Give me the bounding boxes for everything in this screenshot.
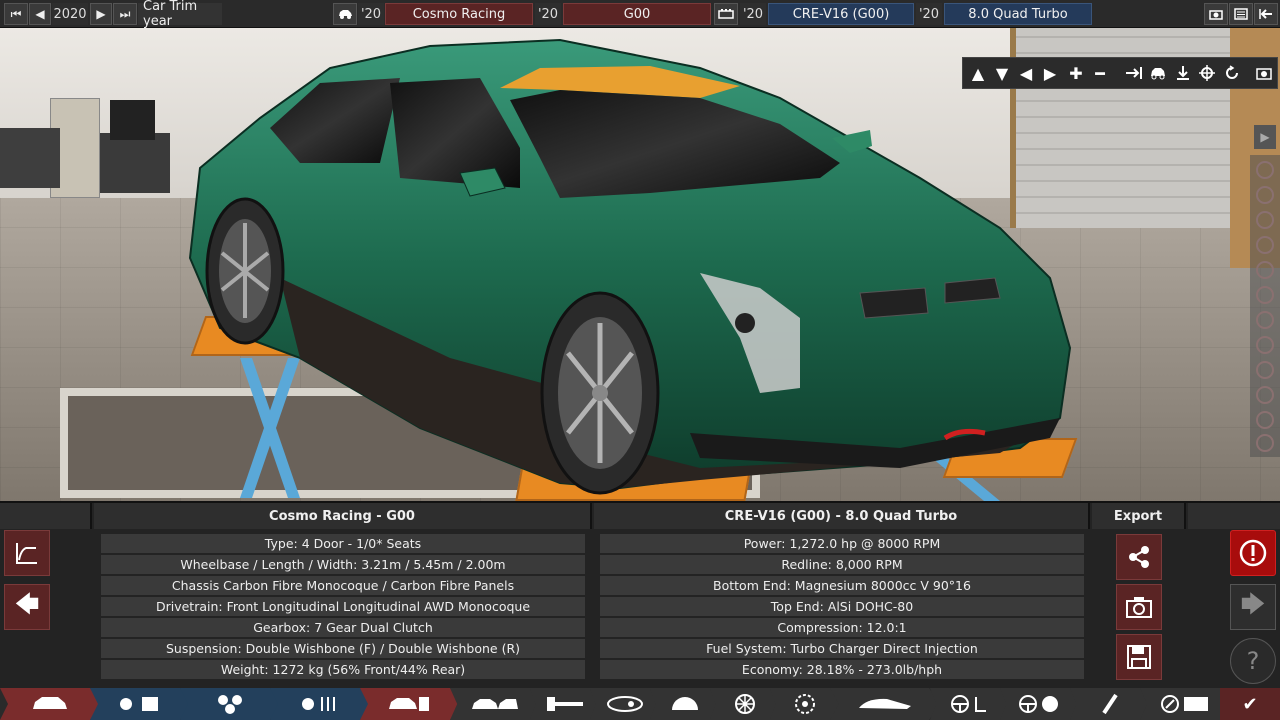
- nav-steering-icon[interactable]: [930, 688, 1010, 720]
- model-year: '20: [535, 3, 561, 25]
- nav-engine-parts-icon[interactable]: [180, 688, 280, 720]
- side-icon-panel: [1250, 155, 1280, 457]
- no-entry-icon[interactable]: [1256, 361, 1274, 379]
- car-info-row: Gearbox: 7 Gear Dual Clutch: [101, 618, 585, 637]
- engine-info-row: Fuel System: Turbo Charger Direct Inject…: [600, 639, 1084, 658]
- model-selector[interactable]: G00: [563, 3, 711, 25]
- forward-button[interactable]: 🡆: [1230, 584, 1276, 630]
- screenshot-icon[interactable]: [1204, 3, 1228, 25]
- variant-year: '20: [916, 3, 942, 25]
- chart-icon[interactable]: [4, 530, 50, 576]
- next-year-button[interactable]: ▶: [90, 3, 112, 25]
- nav-engine-family-icon[interactable]: [90, 688, 190, 720]
- share-icon[interactable]: [1116, 534, 1162, 580]
- driver-icon[interactable]: [1256, 411, 1274, 429]
- nav-car-engine-icon[interactable]: [360, 688, 460, 720]
- brand-selector[interactable]: Cosmo Racing: [385, 3, 533, 25]
- engine-info-row: Power: 1,272.0 hp @ 8000 RPM: [600, 534, 1084, 553]
- reset-view-icon[interactable]: [1221, 62, 1243, 84]
- nav-interior-icon[interactable]: [650, 688, 720, 720]
- prev-year-button[interactable]: ◀: [29, 3, 51, 25]
- trim-year-label: Car Trim year: [138, 0, 222, 29]
- nav-engine-tuning-icon[interactable]: [270, 688, 370, 720]
- car-icon[interactable]: [333, 3, 357, 25]
- camera-up-button[interactable]: ▲: [967, 62, 989, 84]
- last-year-button[interactable]: ⏭: [113, 3, 137, 25]
- engine-selector[interactable]: CRE-V16 (G00): [768, 3, 914, 25]
- grille-icon[interactable]: [1256, 311, 1274, 329]
- car-info-row: Type: 4 Door - 1/0* Seats: [101, 534, 585, 553]
- photo-mode-icon[interactable]: [1253, 62, 1275, 84]
- car-info-row: Weight: 1272 kg (56% Front/44% Rear): [101, 660, 585, 679]
- help-button[interactable]: ?: [1230, 638, 1276, 684]
- export-title: Export: [1092, 503, 1186, 529]
- settings-icon[interactable]: [1256, 386, 1274, 404]
- nav-testing-icon[interactable]: [1140, 688, 1230, 720]
- camera-right-button[interactable]: ▶: [1039, 62, 1061, 84]
- back-button[interactable]: 🡄: [4, 584, 50, 630]
- nav-body-icon[interactable]: [590, 688, 660, 720]
- zoom-in-button[interactable]: ✚: [1065, 62, 1087, 84]
- engine-info-row: Economy: 28.18% - 273.0lb/hph: [600, 660, 1084, 679]
- car-column-title: Cosmo Racing - G00: [94, 503, 592, 529]
- nav-fuel-icon[interactable]: [1070, 688, 1150, 720]
- engine-info-row: Top End: AlSi DOHC-80: [600, 597, 1084, 616]
- camera-down-button[interactable]: ▼: [991, 62, 1013, 84]
- photo-export-icon[interactable]: [1116, 584, 1162, 630]
- car-side-icon[interactable]: [1256, 286, 1274, 304]
- nav-brakes-icon[interactable]: [770, 688, 840, 720]
- nav-chassis-icon[interactable]: [450, 688, 540, 720]
- alert-button[interactable]: [1230, 530, 1276, 576]
- top-toolbar: ⏮ ◀ 2020 ▶ ⏭ Car Trim year '20 Cosmo Rac…: [0, 0, 1280, 29]
- snap-right-icon[interactable]: [1123, 62, 1145, 84]
- car-info-row: Wheelbase / Length / Width: 3.21m / 5.45…: [101, 555, 585, 574]
- engine-info-row: Bottom End: Magnesium 8000cc V 90°16: [600, 576, 1084, 595]
- variant-selector[interactable]: 8.0 Quad Turbo: [944, 3, 1092, 25]
- nav-drivetrain-icon[interactable]: [1000, 688, 1080, 720]
- body-icon[interactable]: [1256, 261, 1274, 279]
- car-info-row: Suspension: Double Wishbone (F) / Double…: [101, 639, 585, 658]
- trim-icon[interactable]: [1256, 236, 1274, 254]
- engine-icon[interactable]: [714, 3, 738, 25]
- design-stage-nav: ✔: [0, 688, 1280, 720]
- nav-car-model-icon[interactable]: [0, 688, 100, 720]
- exit-icon[interactable]: [1254, 3, 1278, 25]
- car-viewport[interactable]: ▲ ▼ ◀ ▶ ✚ ━ ▶: [0, 28, 1280, 501]
- nav-wheels-icon[interactable]: [710, 688, 780, 720]
- camera-toolbar: ▲ ▼ ◀ ▶ ✚ ━: [962, 57, 1278, 89]
- zoom-out-button[interactable]: ━: [1089, 62, 1111, 84]
- car-year: '20: [358, 3, 384, 25]
- car-model: [188, 38, 1072, 495]
- engine-info-row: Compression: 12.0:1: [600, 618, 1084, 637]
- left-tools-header: [0, 503, 92, 529]
- nav-aero-icon[interactable]: [830, 688, 940, 720]
- paint-icon[interactable]: [1256, 186, 1274, 204]
- camera-left-button[interactable]: ◀: [1015, 62, 1037, 84]
- engine-year: '20: [740, 3, 766, 25]
- car-view-icon[interactable]: [1147, 62, 1169, 84]
- fixtures-icon[interactable]: [1256, 211, 1274, 229]
- car-info-row: Chassis Carbon Fibre Monocoque / Carbon …: [101, 576, 585, 595]
- move-view-icon[interactable]: [1196, 62, 1218, 84]
- engine-info-row: Redline: 8,000 RPM: [600, 555, 1084, 574]
- car-info-row: Drivetrain: Front Longitudinal Longitudi…: [101, 597, 585, 616]
- engine-column-title: CRE-V16 (G00) - 8.0 Quad Turbo: [594, 503, 1090, 529]
- side-panel-toggle[interactable]: ▶: [1254, 125, 1276, 149]
- nav-suspension-icon[interactable]: [530, 688, 600, 720]
- circle-icon[interactable]: [1256, 434, 1274, 452]
- first-year-button[interactable]: ⏮: [4, 3, 28, 25]
- year-field[interactable]: 2020: [52, 3, 88, 25]
- lift-icon[interactable]: [1256, 336, 1274, 354]
- drop-view-icon[interactable]: [1172, 62, 1194, 84]
- nav-finish-button[interactable]: ✔: [1220, 688, 1280, 720]
- right-tools-header: [1188, 503, 1280, 529]
- save-icon[interactable]: [1116, 634, 1162, 680]
- menu-icon[interactable]: [1229, 3, 1253, 25]
- wheel-icon[interactable]: [1256, 161, 1274, 179]
